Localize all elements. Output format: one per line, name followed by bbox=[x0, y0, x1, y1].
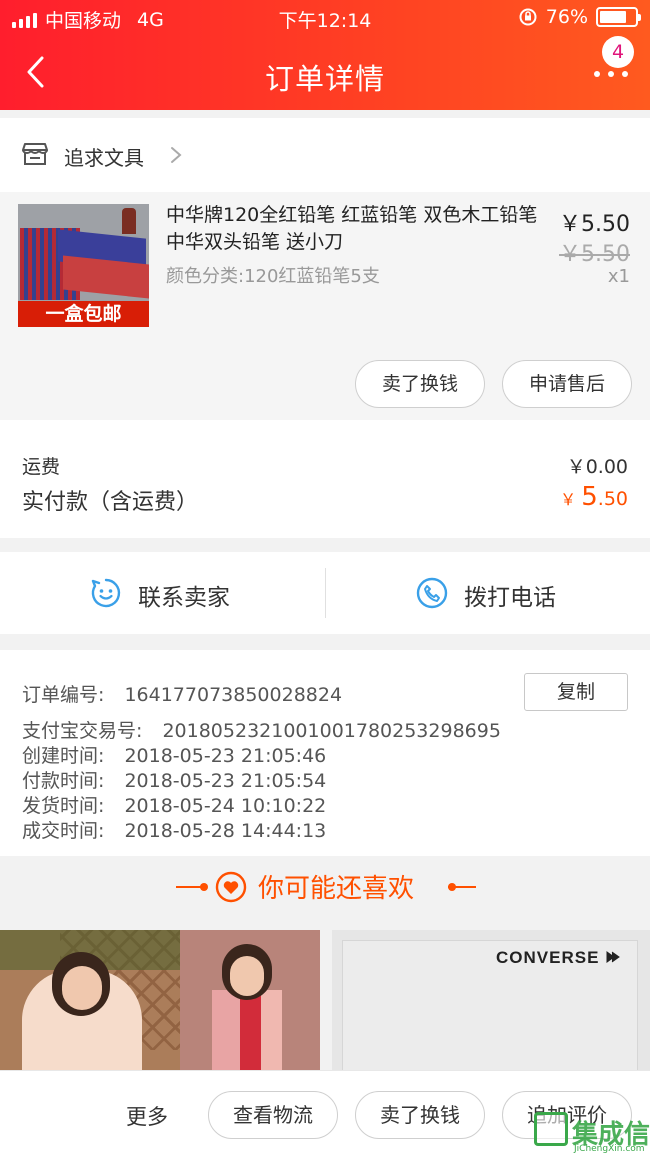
closed-value: 2018-05-28 14:44:13 bbox=[124, 820, 327, 842]
created-value: 2018-05-23 21:05:46 bbox=[124, 745, 327, 767]
status-bar: 中国移动 4G 下午12:14 76% bbox=[0, 0, 650, 36]
contact-seller-label: 联系卖家 bbox=[138, 585, 230, 611]
product-price: ￥5.50 bbox=[559, 212, 630, 237]
paid-time-row: 付款时间: 2018-05-23 21:05:54 bbox=[22, 766, 326, 793]
order-number-label: 订单编号: bbox=[22, 684, 105, 706]
shipping-label: 运费 bbox=[22, 456, 61, 478]
request-aftersale-button[interactable]: 申请售后 bbox=[502, 360, 632, 408]
paid-time-label: 付款时间: bbox=[22, 770, 105, 792]
nav-bar: 订单详情 4 bbox=[0, 36, 650, 106]
copy-button[interactable]: 复制 bbox=[524, 673, 628, 711]
status-right: 76% bbox=[518, 6, 641, 28]
page-title: 订单详情 bbox=[264, 62, 385, 96]
product-title[interactable]: 中华牌120全红铅笔 红蓝铅笔 双色木工铅笔 中华双头铅笔 送小刀 bbox=[166, 202, 540, 256]
thumbnail-banner: 一盒包邮 bbox=[18, 301, 149, 327]
star-chevron-icon bbox=[606, 951, 621, 963]
alipay-label: 支付宝交易号: bbox=[22, 720, 143, 742]
sell-for-cash-button[interactable]: 卖了换钱 bbox=[355, 360, 485, 408]
shipping-value: ￥0.00 bbox=[566, 456, 628, 478]
product-quantity: x1 bbox=[607, 266, 630, 287]
recommend-card[interactable]: CONVERSE bbox=[332, 930, 650, 1070]
decor-line-right bbox=[448, 886, 476, 888]
phone-icon bbox=[416, 577, 448, 609]
order-number-value: 164177073850028824 bbox=[124, 684, 343, 706]
recommend-title: 你可能还喜欢 bbox=[258, 874, 415, 904]
battery-fill bbox=[600, 11, 626, 23]
order-info: 订单编号: 164177073850028824 复制 支付宝交易号: 2018… bbox=[0, 650, 650, 856]
call-phone-label: 拨打电话 bbox=[464, 585, 556, 611]
closed-row: 成交时间: 2018-05-28 14:44:13 bbox=[22, 816, 326, 843]
order-number-row: 订单编号: 164177073850028824 bbox=[22, 680, 342, 707]
shop-name[interactable]: 追求文具 bbox=[64, 142, 144, 171]
shop-row[interactable]: 追求文具 bbox=[0, 118, 650, 192]
original-price: ￥5.50 bbox=[559, 242, 630, 267]
paid-time-value: 2018-05-23 21:05:54 bbox=[124, 770, 327, 792]
product-spec: 颜色分类:120红蓝铅笔5支 bbox=[166, 266, 380, 287]
shop-icon bbox=[22, 143, 48, 165]
brand-logo: CONVERSE bbox=[496, 948, 621, 968]
alipay-value: 2018052321001001780253298695 bbox=[162, 720, 501, 742]
closed-label: 成交时间: bbox=[22, 820, 105, 842]
header: 中国移动 4G 下午12:14 76% 订单详情 4 bbox=[0, 0, 650, 110]
contact-seller-button[interactable]: 联系卖家 bbox=[0, 552, 325, 634]
more-button[interactable]: 更多 bbox=[126, 1101, 168, 1131]
paid-value: ￥ 5.50 bbox=[560, 482, 628, 512]
shipped-value: 2018-05-24 10:10:22 bbox=[124, 795, 327, 817]
paid-label: 实付款（含运费） bbox=[22, 490, 199, 515]
chevron-right-icon bbox=[171, 147, 182, 163]
shipped-label: 发货时间: bbox=[22, 795, 105, 817]
alipay-row: 支付宝交易号: 2018052321001001780253298695 bbox=[22, 716, 501, 743]
watermark-domain: JiChengXin.com bbox=[574, 1144, 645, 1154]
view-logistics-button[interactable]: 查看物流 bbox=[208, 1091, 338, 1139]
chat-icon bbox=[91, 578, 121, 608]
sell-for-cash-bottom-button[interactable]: 卖了换钱 bbox=[355, 1091, 485, 1139]
contact-bar: 联系卖家 拨打电话 bbox=[0, 552, 650, 634]
heart-icon bbox=[215, 871, 247, 903]
paid-dec: .50 bbox=[597, 488, 628, 510]
decor-dot-left bbox=[200, 883, 208, 891]
recommend-card[interactable] bbox=[0, 930, 320, 1070]
order-item[interactable]: 一盒包邮 中华牌120全红铅笔 红蓝铅笔 双色木工铅笔 中华双头铅笔 送小刀 颜… bbox=[0, 192, 650, 420]
created-label: 创建时间: bbox=[22, 745, 105, 767]
paid-int: 5 bbox=[581, 482, 598, 512]
notification-badge: 4 bbox=[602, 36, 634, 68]
battery-icon bbox=[596, 7, 641, 27]
site-watermark: 集成信 JiChengXin.com bbox=[528, 1112, 650, 1156]
created-row: 创建时间: 2018-05-23 21:05:46 bbox=[22, 741, 326, 768]
paid-currency: ￥ bbox=[560, 490, 577, 509]
shipped-row: 发货时间: 2018-05-24 10:10:22 bbox=[22, 791, 326, 818]
recommend-header: 你可能还喜欢 bbox=[0, 856, 650, 928]
watermark-logo-icon bbox=[534, 1112, 568, 1146]
call-phone-button[interactable]: 拨打电话 bbox=[326, 552, 650, 634]
rotation-lock-icon bbox=[519, 8, 537, 26]
fee-summary: 运费 ￥0.00 实付款（含运费） ￥ 5.50 bbox=[0, 420, 650, 538]
battery-percent: 76% bbox=[545, 6, 588, 28]
product-thumbnail[interactable]: 一盒包邮 bbox=[18, 204, 149, 327]
